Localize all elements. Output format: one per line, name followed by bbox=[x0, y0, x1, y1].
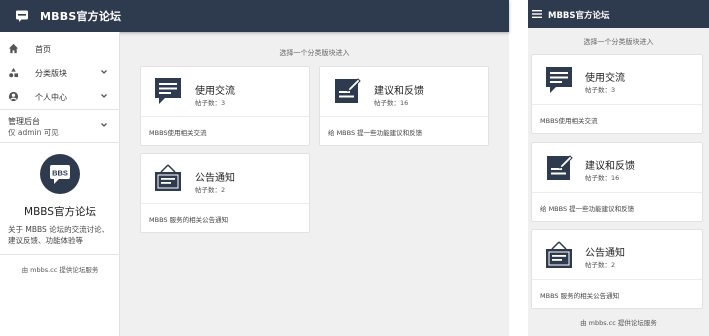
menu-icon[interactable] bbox=[532, 9, 542, 19]
sidebar-item-categories[interactable]: 分类版块 bbox=[0, 60, 120, 84]
category-description: MBBS 服务的相关公告通知 bbox=[540, 292, 620, 300]
forum-badge: BBS bbox=[40, 154, 80, 194]
section-hint: 选择一个分类版块进入 bbox=[279, 49, 350, 57]
chat-icon bbox=[546, 67, 572, 93]
shapes-icon bbox=[9, 67, 19, 78]
app-title[interactable]: MBBS官方论坛 bbox=[40, 8, 121, 24]
mobile-top-app-bar: MBBS官方论坛 bbox=[528, 0, 709, 28]
forum-name: MBBS官方论坛 bbox=[24, 206, 96, 218]
category-name: 公告通知 bbox=[195, 173, 235, 184]
forum-logo-icon[interactable] bbox=[15, 9, 29, 23]
category-card-notice[interactable]: 公告通知 帖子数：2 MBBS 服务的相关公告通知 bbox=[140, 153, 310, 233]
mobile-category-card-notice[interactable]: 公告通知 帖子数：2 MBBS 服务的相关公告通知 bbox=[531, 229, 703, 309]
chevron-down-icon bbox=[101, 70, 107, 74]
category-name: 使用交流 bbox=[195, 86, 235, 97]
category-description: MBBS使用相关交流 bbox=[540, 117, 598, 125]
mobile-category-card-feedback[interactable]: 建议和反馈 帖子数：16 给 MBBS 提一些功能建议和反馈 bbox=[531, 142, 703, 222]
category-card-feedback[interactable]: 建议和反馈 帖子数：16 给 MBBS 提一些功能建议和反馈 bbox=[319, 66, 489, 146]
account-icon bbox=[8, 91, 19, 102]
sidebar-item-admin[interactable]: 管理后台 仅 admin 可见 bbox=[8, 116, 59, 138]
sidebar-item-label: 个人中心 bbox=[35, 93, 67, 102]
category-description: MBBS使用相关交流 bbox=[149, 129, 207, 137]
category-card-usage[interactable]: 使用交流 帖子数：3 MBBS使用相关交流 bbox=[140, 66, 310, 146]
chat-icon bbox=[155, 78, 181, 104]
post-count: 帖子数：2 bbox=[195, 186, 226, 194]
top-app-bar: MBBS官方论坛 bbox=[0, 0, 509, 32]
sidebar-item-home[interactable]: 首页 bbox=[0, 36, 120, 60]
card-divider bbox=[532, 192, 702, 193]
sidebar-item-profile[interactable]: 个人中心 bbox=[0, 84, 120, 108]
card-divider bbox=[532, 279, 702, 280]
post-count: 帖子数：2 bbox=[585, 261, 616, 269]
sidebar-divider bbox=[0, 142, 120, 143]
category-name: 建议和反馈 bbox=[585, 161, 635, 172]
admin-subtitle: 仅 admin 可见 bbox=[8, 128, 59, 137]
category-name: 使用交流 bbox=[585, 73, 625, 84]
post-count: 帖子数：16 bbox=[585, 174, 620, 182]
category-name: 建议和反馈 bbox=[374, 86, 424, 97]
category-description: 给 MBBS 提一些功能建议和反馈 bbox=[540, 205, 635, 213]
mobile-section-hint: 选择一个分类版块进入 bbox=[583, 38, 654, 46]
home-icon bbox=[8, 43, 19, 54]
mobile-footer-note[interactable]: 由 mbbs.cc 提供论坛服务 bbox=[528, 317, 709, 327]
post-count: 帖子数：3 bbox=[585, 86, 616, 94]
forum-description: 关于 MBBS 论坛的交流讨论、建议反馈、功能体验等 bbox=[8, 225, 110, 245]
feedback-icon bbox=[335, 78, 361, 103]
card-divider bbox=[320, 116, 488, 117]
notice-icon bbox=[155, 164, 181, 191]
category-description: MBBS 服务的相关公告通知 bbox=[149, 216, 229, 224]
bbs-logo-icon: BBS bbox=[50, 165, 70, 184]
category-name: 公告通知 bbox=[585, 248, 625, 259]
chevron-down-icon[interactable] bbox=[100, 121, 108, 129]
card-divider bbox=[141, 116, 309, 117]
sidebar-divider bbox=[0, 109, 120, 110]
notice-icon bbox=[546, 241, 572, 268]
chevron-down-icon bbox=[101, 94, 107, 98]
post-count: 帖子数：16 bbox=[374, 99, 409, 107]
category-description: 给 MBBS 提一些功能建议和反馈 bbox=[328, 129, 423, 137]
post-count: 帖子数：3 bbox=[195, 99, 226, 107]
footer-note[interactable]: 由 mbbs.cc 提供论坛服务 bbox=[0, 264, 120, 274]
mobile-app-title[interactable]: MBBS官方论坛 bbox=[548, 9, 610, 21]
card-divider bbox=[141, 203, 309, 204]
feedback-icon bbox=[547, 155, 573, 180]
sidebar: 首页 分类版块 个人中心 管理后台 仅 admin 可见 BBS MBBS官方论… bbox=[0, 32, 120, 336]
desktop-view: MBBS官方论坛 首页 分类版块 个人中心 管理后台 仅 admin 可见 BB… bbox=[0, 0, 509, 336]
sidebar-divider bbox=[0, 254, 120, 255]
sidebar-item-label: 首页 bbox=[35, 45, 51, 54]
logo-text: BBS bbox=[52, 169, 68, 178]
mobile-category-card-usage[interactable]: 使用交流 帖子数：3 MBBS使用相关交流 bbox=[531, 54, 703, 134]
admin-title: 管理后台 bbox=[8, 117, 40, 126]
card-divider bbox=[532, 104, 702, 105]
mobile-view: MBBS官方论坛 选择一个分类版块进入 使用交流 帖子数：3 MBBS使用相关交… bbox=[528, 0, 709, 336]
sidebar-item-label: 分类版块 bbox=[35, 69, 67, 78]
